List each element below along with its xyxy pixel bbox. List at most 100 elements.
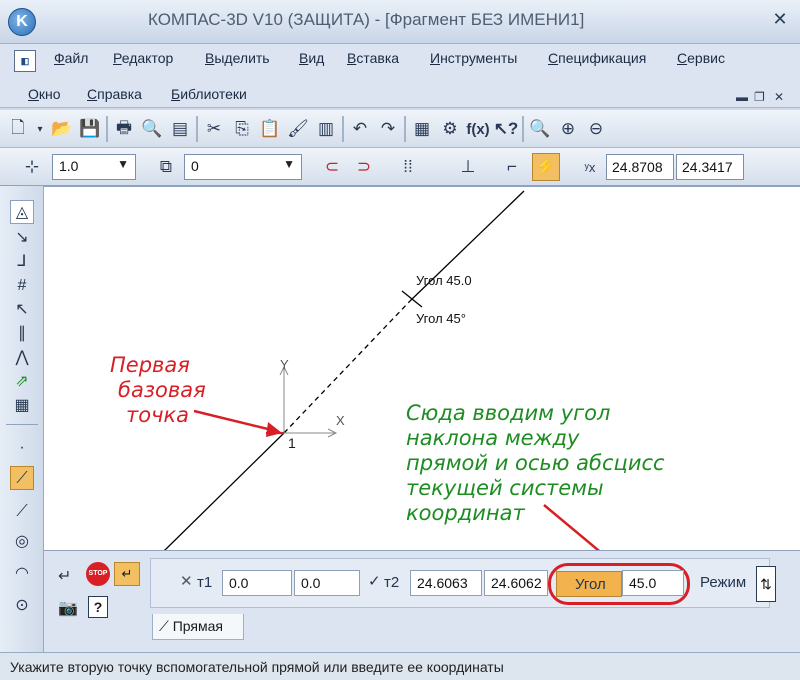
menu-tools[interactable]: Инструменты: [430, 50, 517, 66]
camera-icon[interactable]: 📷: [58, 598, 78, 618]
mode-label: Режим: [700, 574, 747, 591]
new-dropdown-icon[interactable]: ▾: [34, 117, 46, 141]
cut-icon[interactable]: ✂: [202, 117, 226, 141]
measure-panel-icon[interactable]: ∥: [10, 322, 34, 346]
snap-magnet-icon[interactable]: ⊂: [320, 155, 344, 179]
save-icon[interactable]: 💾: [78, 117, 102, 141]
separator: [196, 116, 198, 142]
aux-line-dashed: [283, 300, 411, 434]
round-mode-icon[interactable]: ⚡: [532, 153, 560, 181]
local-snap-icon[interactable]: ⊃: [352, 155, 376, 179]
t1-y-field[interactable]: 0.0: [294, 570, 360, 596]
window-title: КОМПАС-3D V10 (ЗАЩИТА) - [Фрагмент БЕЗ И…: [148, 10, 585, 29]
mdi-minimize-icon[interactable]: ▬: [736, 90, 748, 104]
stop-button[interactable]: STOP: [86, 562, 110, 586]
menu-window[interactable]: Окно: [28, 86, 61, 102]
menu-specification[interactable]: Спецификация: [548, 50, 646, 66]
zoom-out-icon[interactable]: ⊖: [584, 117, 608, 141]
angle-field[interactable]: 45.0: [622, 570, 684, 596]
close-icon[interactable]: ✕: [770, 10, 790, 30]
open-folder-icon[interactable]: 📂: [50, 117, 74, 141]
zoom-in-icon[interactable]: ⊕: [556, 117, 580, 141]
associative-views-icon[interactable]: ⇗: [10, 370, 34, 394]
local-cs-icon[interactable]: ⊥: [456, 155, 480, 179]
print-icon[interactable]: 🖶: [112, 117, 136, 141]
mdi-close-icon[interactable]: ✕: [774, 90, 784, 104]
menu-select[interactable]: Выделить: [205, 50, 270, 66]
layers-icon[interactable]: ⧉: [154, 155, 178, 179]
mdi-restore-icon[interactable]: ❐: [754, 90, 765, 104]
snap-step-icon[interactable]: ⊹: [20, 155, 44, 179]
circle-tool-icon[interactable]: ◎: [10, 530, 34, 554]
redo-icon[interactable]: ↷: [376, 117, 400, 141]
axis-x-label: X: [336, 413, 345, 428]
chevron-down-icon[interactable]: ▼: [117, 157, 129, 171]
menu-file[interactable]: Файл: [54, 50, 88, 66]
grid-icon[interactable]: ⁞⁞: [396, 155, 420, 179]
new-document-icon[interactable]: 🗋: [6, 117, 30, 141]
copy-icon[interactable]: ⎘: [230, 117, 254, 141]
library-manager-icon[interactable]: ▦: [410, 117, 434, 141]
menu-insert[interactable]: Вставка: [347, 50, 399, 66]
angle-label[interactable]: Угол: [556, 571, 622, 597]
arc-tool-icon[interactable]: ◠: [10, 562, 34, 586]
t2-label[interactable]: т2: [384, 574, 399, 591]
separator: [522, 116, 524, 142]
manager-icon[interactable]: ▥: [314, 117, 338, 141]
layer-value: 0: [191, 158, 199, 174]
variables-icon[interactable]: ⚙: [438, 117, 462, 141]
enter-object-icon[interactable]: ↵: [58, 566, 71, 586]
parameterization-panel-icon[interactable]: ↖: [10, 298, 34, 322]
dimensions-panel-icon[interactable]: ↘: [10, 226, 34, 250]
mode-icon[interactable]: ⇅: [756, 566, 776, 602]
step-value: 1.0: [59, 158, 79, 174]
title-bar: K КОМПАС-3D V10 (ЗАЩИТА) - [Фрагмент БЕЗ…: [0, 0, 800, 44]
t2-y-field[interactable]: 24.6062: [484, 570, 548, 596]
menu-edit[interactable]: Редактор: [113, 50, 173, 66]
t1-label[interactable]: т1: [197, 574, 212, 591]
undo-icon[interactable]: ↶: [348, 117, 372, 141]
help-icon[interactable]: ?: [88, 596, 108, 618]
edit-panel-icon[interactable]: #: [10, 274, 34, 298]
angle-label-primary: Угол 45.0: [416, 273, 472, 288]
annotation-line: базовая: [118, 378, 206, 402]
aux-line-tool-icon[interactable]: ⟋: [10, 466, 34, 490]
tab-line-properties[interactable]: ⟋ Прямая: [152, 614, 244, 640]
context-help-icon[interactable]: ↖?: [494, 117, 519, 141]
cursor-x-field[interactable]: 24.8708: [606, 154, 674, 180]
paste-icon[interactable]: 📋: [258, 117, 282, 141]
notation-panel-icon[interactable]: ⅃: [10, 250, 34, 274]
function-icon[interactable]: f(x): [466, 117, 490, 141]
axis-y-label: Y: [280, 357, 289, 372]
print-preview-icon[interactable]: 🔍: [140, 117, 164, 141]
current-state-toolbar: ⊹ 1.0 ▼ ⧉ 0 ▼ ⊂ ⊃ ⁞⁞ ⊥ ⌐ ⚡ ʸx 24.8708 24…: [0, 148, 800, 186]
point-tool-icon[interactable]: ·: [10, 436, 34, 460]
copy-properties-icon[interactable]: 🖌: [286, 117, 310, 141]
annotation-first-point: Первая базовая точка: [110, 353, 206, 428]
geometry-panel-icon[interactable]: ◬: [10, 200, 34, 224]
t1-x-field[interactable]: 0.0: [222, 570, 292, 596]
drawing-canvas[interactable]: Угол 45.0 Угол 45° Y X 1 Первая базовая …: [44, 186, 800, 551]
ellipse-tool-icon[interactable]: ⊙: [10, 594, 34, 618]
layer-combo[interactable]: 0 ▼: [184, 154, 302, 180]
separator: [106, 116, 108, 142]
ortho-mode-icon[interactable]: ⌐: [500, 155, 524, 179]
auto-create-button[interactable]: ↵: [114, 562, 140, 586]
menu-view[interactable]: Вид: [299, 50, 324, 66]
step-combo[interactable]: 1.0 ▼: [52, 154, 136, 180]
select-panel-icon[interactable]: ⋀: [10, 346, 34, 370]
menu-libraries[interactable]: Библиотеки: [171, 86, 247, 102]
menu-help[interactable]: Справка: [87, 86, 142, 102]
separator: [6, 424, 38, 425]
spec-panel-icon[interactable]: ▦: [10, 394, 34, 418]
special-control-panel: ↵ STOP ↵ 📷 ?: [52, 556, 144, 648]
kompas-logo-icon[interactable]: K: [8, 8, 36, 36]
cursor-y-field[interactable]: 24.3417: [676, 154, 744, 180]
t2-x-field[interactable]: 24.6063: [410, 570, 482, 596]
segment-tool-icon[interactable]: ⟋: [10, 500, 34, 524]
document-icon[interactable]: ◧: [14, 50, 36, 72]
preview-icon[interactable]: ▤: [168, 117, 192, 141]
zoom-window-icon[interactable]: 🔍: [528, 117, 552, 141]
chevron-down-icon[interactable]: ▼: [283, 157, 295, 171]
menu-service[interactable]: Сервис: [677, 50, 725, 66]
